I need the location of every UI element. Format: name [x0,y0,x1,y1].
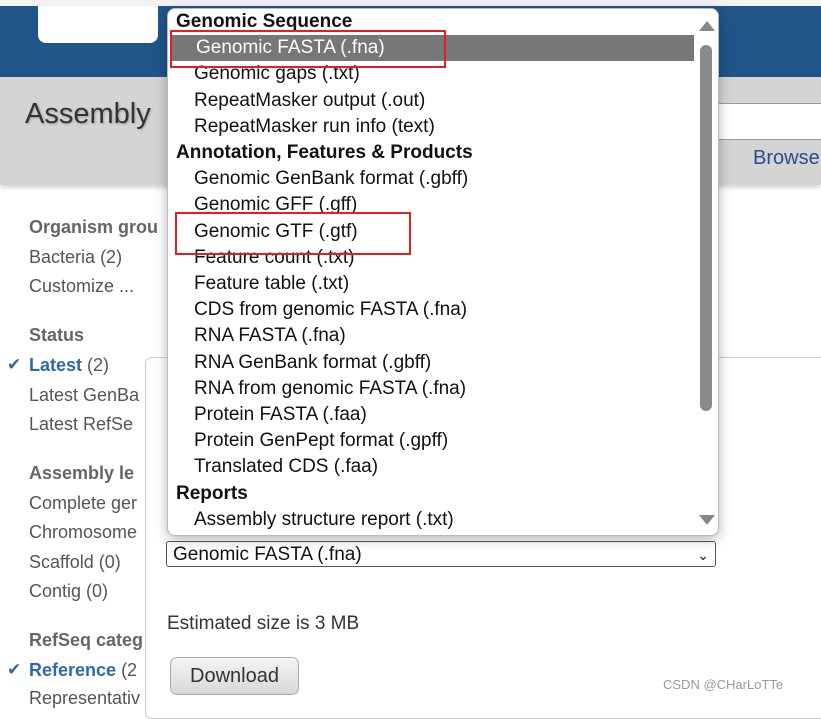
nih-logo[interactable] [38,6,158,43]
filter-item[interactable]: Reference (2 [29,659,137,681]
scroll-up-arrow-icon[interactable] [699,21,715,31]
filter-count: (0) [86,581,109,601]
annotation-box-gtf [175,212,411,255]
page-title: Assembly [25,98,151,130]
download-button[interactable]: Download [170,657,299,695]
dropdown-option[interactable]: RNA from genomic FASTA (.fna) [168,376,694,402]
dropdown-option[interactable]: Protein GenPept format (.gpff) [168,428,694,454]
filter-label: Complete ger [29,493,138,513]
filter-count: (0) [98,552,121,572]
chevron-down-icon: ⌄ [697,547,709,563]
filter-label: Bacteria [29,247,96,267]
filter-heading: Organism grou [29,217,159,237]
filter-label: Customize ... [29,276,135,296]
filter-heading: RefSeq categ [29,630,144,650]
filter-label: Latest GenBa [29,385,140,405]
dropdown-option[interactable]: Assembly structure report (.txt) [168,507,694,533]
filter-item[interactable]: Latest GenBa [29,384,139,406]
filter-count: (2 [121,660,138,680]
nav-strip [717,103,821,140]
estimated-size: Estimated size is 3 MB [167,613,360,634]
filter-item[interactable]: Latest (2) [29,354,109,376]
filter-heading: Status [29,325,85,345]
filter-count: (2) [100,247,123,267]
dropdown-option[interactable]: RNA FASTA (.fna) [168,323,694,349]
filter-label: Representativ [29,688,141,708]
dropdown-option[interactable]: RepeatMasker run info (text) [168,114,694,140]
filter-heading: Assembly le [29,463,135,483]
filter-item[interactable]: Latest RefSe [29,413,133,435]
filter-item[interactable]: Customize ... [29,275,134,297]
nav-link-browse[interactable]: Browse [753,147,820,170]
filter-label: Scaffold [29,552,94,572]
filter-item[interactable]: Chromosome [29,521,137,543]
dropdown-option[interactable]: CDS from genomic FASTA (.fna) [168,297,694,323]
dropdown-option[interactable]: Translated CDS (.faa) [168,454,694,480]
dropdown-option[interactable]: RepeatMasker output (.out) [168,88,694,114]
file-type-select[interactable]: Genomic FASTA (.fna) ⌄ [166,541,716,567]
dropdown-option[interactable]: Protein FASTA (.faa) [168,402,694,428]
filter-item[interactable]: Scaffold (0) [29,551,121,573]
check-icon: ✔ [7,660,22,679]
check-icon: ✔ [7,355,22,374]
filter-item[interactable]: Complete ger [29,492,137,514]
watermark: CSDN @CHarLoTTe [663,677,784,692]
dropdown-option[interactable]: Feature table (.txt) [168,271,694,297]
annotation-box-fasta [170,30,446,68]
select-value: Genomic FASTA (.fna) [173,544,362,565]
filter-item[interactable]: Bacteria (2) [29,246,122,268]
filter-item[interactable]: Contig (0) [29,580,108,602]
filter-label: Latest RefSe [29,414,134,434]
file-type-dropdown-list[interactable]: Genomic Sequence Genomic FASTA (.fna) Geno… [167,8,719,536]
filter-count: (2) [87,355,110,375]
filter-label: Chromosome [29,522,138,542]
filter-label: Reference [29,660,117,680]
scrollbar-thumb[interactable] [700,45,712,411]
filter-item[interactable]: Representativ [29,687,140,709]
option-group-label: Annotation, Features & Products [176,142,473,163]
filter-label: Latest [29,355,83,375]
dropdown-option[interactable]: Genomic GenBank format (.gbff) [168,166,694,192]
dropdown-option[interactable]: RNA GenBank format (.gbff) [168,350,694,376]
filter-label: Contig [29,581,82,601]
option-group-label: Reports [176,482,248,504]
scroll-down-arrow-icon[interactable] [699,515,715,525]
